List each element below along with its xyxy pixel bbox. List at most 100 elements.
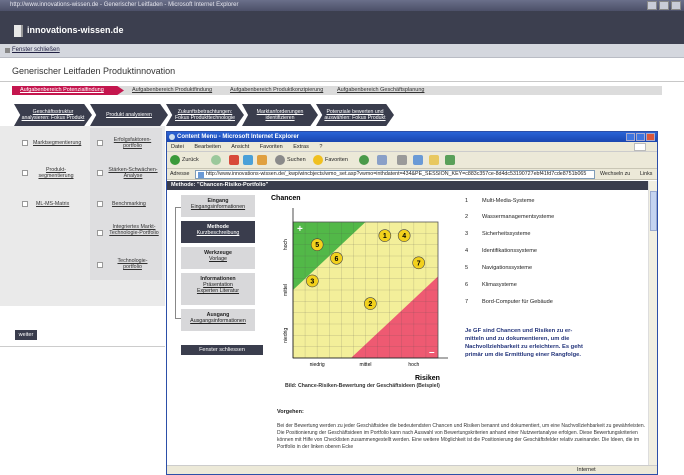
process-step-geschaeftsstruktur[interactable]: Geschäftsstruktur analysieren: Fokus Pro… (14, 104, 92, 126)
search-icon (275, 155, 285, 165)
y-tick-label: niedrig (283, 328, 289, 343)
process-step-marktanforderungen[interactable]: Marktanforderungen identifizieren (242, 104, 318, 126)
menu-help[interactable]: ? (319, 144, 322, 150)
messenger-button[interactable] (445, 155, 455, 165)
edit-button[interactable] (413, 155, 423, 165)
method-erfolgsfaktorenportfolio[interactable]: Erfolgsfaktoren-portfolio (110, 137, 155, 149)
maximize-button[interactable] (659, 1, 669, 10)
nav-eingang[interactable]: Eingang Eingangsinformationen (181, 195, 255, 217)
nav-informationen[interactable]: Informationen Präsentation Experten Lite… (181, 273, 255, 305)
legend-num: 2 (465, 214, 469, 220)
checkbox[interactable] (22, 140, 28, 146)
minimize-button[interactable] (647, 1, 657, 10)
maximize-button[interactable] (636, 133, 645, 141)
process-step-potenziale-bewerten[interactable]: Potenziale bewerten und auswählen: Fokus… (316, 104, 394, 126)
favorites-button[interactable]: Favoriten (313, 155, 348, 165)
nav-ausgang-link[interactable]: Ausgangsinformationen (181, 318, 255, 324)
nav-eingang-link[interactable]: Eingangsinformationen (181, 204, 255, 210)
mail-button[interactable] (377, 155, 387, 165)
checkbox[interactable] (97, 140, 103, 146)
checkbox[interactable] (97, 201, 103, 207)
legend-num: 6 (465, 282, 469, 288)
menu-datei[interactable]: Datei (171, 144, 184, 150)
method-technologieportfolio[interactable]: Technologie-portfolio (110, 258, 155, 270)
chart-point-label: 1 (383, 233, 387, 240)
history-button[interactable] (359, 155, 369, 165)
chart-point-label: 5 (315, 242, 319, 249)
chart-point-label: 6 (335, 256, 339, 263)
back-button[interactable]: Zurück (170, 155, 199, 165)
method-marktsegmentierung[interactable]: Marktsegmentierung (33, 140, 81, 146)
close-window-link[interactable]: Fenster schließen (12, 47, 60, 53)
checkbox[interactable] (97, 170, 103, 176)
menu-favoriten[interactable]: Favoriten (260, 144, 283, 150)
y-axis-title: Chancen (271, 195, 301, 202)
menu-ansicht[interactable]: Ansicht (231, 144, 249, 150)
nav-werkzeuge[interactable]: Werkzeuge Vorlage (181, 247, 255, 269)
refresh-button[interactable] (243, 155, 253, 165)
print-button[interactable] (397, 155, 407, 165)
outer-window-title: http://www.innovations-wissen.de - Gener… (10, 2, 239, 8)
back-label: Zurück (182, 157, 199, 163)
phase-tab-geschaeftsplanung[interactable]: Aufgabenbereich Geschäftsplanung (337, 86, 424, 95)
address-input[interactable]: http://www.innovations-wissen.de/_kwp/wi… (195, 170, 595, 179)
method-benchmarking[interactable]: Benchmarking (112, 201, 146, 207)
legend-label: Bord-Computer für Gebäude (482, 299, 553, 305)
history-icon (359, 155, 369, 165)
checkbox[interactable] (97, 262, 103, 268)
menu-bearbeiten[interactable]: Bearbeiten (194, 144, 221, 150)
stop-button[interactable] (229, 155, 239, 165)
search-button[interactable]: Suchen (275, 155, 306, 165)
weiter-button[interactable]: weiter (15, 330, 37, 340)
square-bullet-icon (5, 48, 10, 53)
menu-extras[interactable]: Extras (293, 144, 309, 150)
close-button[interactable] (646, 133, 655, 141)
process-steps: Geschäftsstruktur analysieren: Fokus Pro… (14, 104, 394, 126)
phase-tab-potenzialfindung[interactable]: Aufgabenbereich Potenzialfindung (12, 86, 124, 95)
nav-informationen-links[interactable]: Präsentation Experten Literatur (195, 282, 241, 294)
phase-tab-produktfindung[interactable]: Aufgabenbereich Produktfindung (132, 86, 212, 95)
plus-sign: + (297, 224, 303, 235)
home-button[interactable] (257, 155, 267, 165)
method-markt-technologie-portfolio[interactable]: Integriertes Markt-Technologie-Portfolio (108, 224, 160, 236)
divider (0, 346, 165, 347)
favorites-label: Favoriten (325, 157, 348, 163)
scrollbar-thumb[interactable] (650, 191, 657, 231)
nav-methode-link[interactable]: Kurzbeschreibung (181, 230, 255, 236)
checkbox[interactable] (97, 230, 103, 236)
folder-icon (429, 155, 439, 165)
body-text: Bei der Bewertung werden zu jeder Geschä… (277, 423, 646, 450)
method-produktsegmentierung[interactable]: Produkt-segmentierung (36, 167, 76, 179)
close-button[interactable] (671, 1, 681, 10)
checkbox[interactable] (22, 170, 28, 176)
legend-label: Identifikationssysteme (482, 248, 538, 254)
popup-title: Content Menu - Microsoft Internet Explor… (177, 134, 300, 140)
popup-titlebar: Content Menu - Microsoft Internet Explor… (167, 132, 657, 142)
legend-label: Navigationssysteme (482, 265, 533, 271)
links-button[interactable]: Links (640, 171, 652, 177)
go-button[interactable]: Wechseln zu (600, 171, 630, 177)
method-ml-ms-matrix[interactable]: ML-MS-Matrix (36, 201, 69, 207)
method-staerken-schwaechen[interactable]: Stärken-Schwächen-Analyse (108, 167, 158, 179)
nav-werkzeuge-link[interactable]: Vorlage (181, 256, 255, 262)
legend-label: Sicherheitssysteme (482, 231, 531, 237)
chart-svg: 1 2 3 4 5 6 7 niedrig mittel hoch niedrig mittel ho… (271, 195, 448, 382)
minimize-button[interactable] (626, 133, 635, 141)
vertical-scrollbar[interactable] (648, 181, 657, 465)
chart-point-label: 2 (368, 301, 372, 308)
chart-point-label: 4 (402, 233, 406, 240)
menu-bar: Datei Bearbeiten Ansicht Favoriten Extra… (167, 142, 657, 152)
star-icon (313, 155, 323, 165)
close-window-button[interactable]: Fenster schliessen (181, 345, 263, 355)
phase-tab-produktkonzipierung[interactable]: Aufgabenbereich Produktkonzipierung (230, 86, 323, 95)
nav-methode[interactable]: Methode Kurzbeschreibung (181, 221, 255, 243)
folder-button[interactable] (429, 155, 439, 165)
forward-button[interactable] (211, 155, 221, 165)
process-step-produkt-analysieren[interactable]: Produkt analysieren (90, 104, 168, 126)
checkbox[interactable] (22, 201, 28, 207)
minus-sign: – (429, 347, 435, 358)
nav-ausgang[interactable]: Ausgang Ausgangsinformationen (181, 309, 255, 331)
process-step-zukunftsbetrachtungen[interactable]: Zukunftsbetrachtungen: Fokus Produkttech… (166, 104, 244, 126)
chart-point-label: 3 (310, 278, 314, 285)
refresh-icon (243, 155, 253, 165)
